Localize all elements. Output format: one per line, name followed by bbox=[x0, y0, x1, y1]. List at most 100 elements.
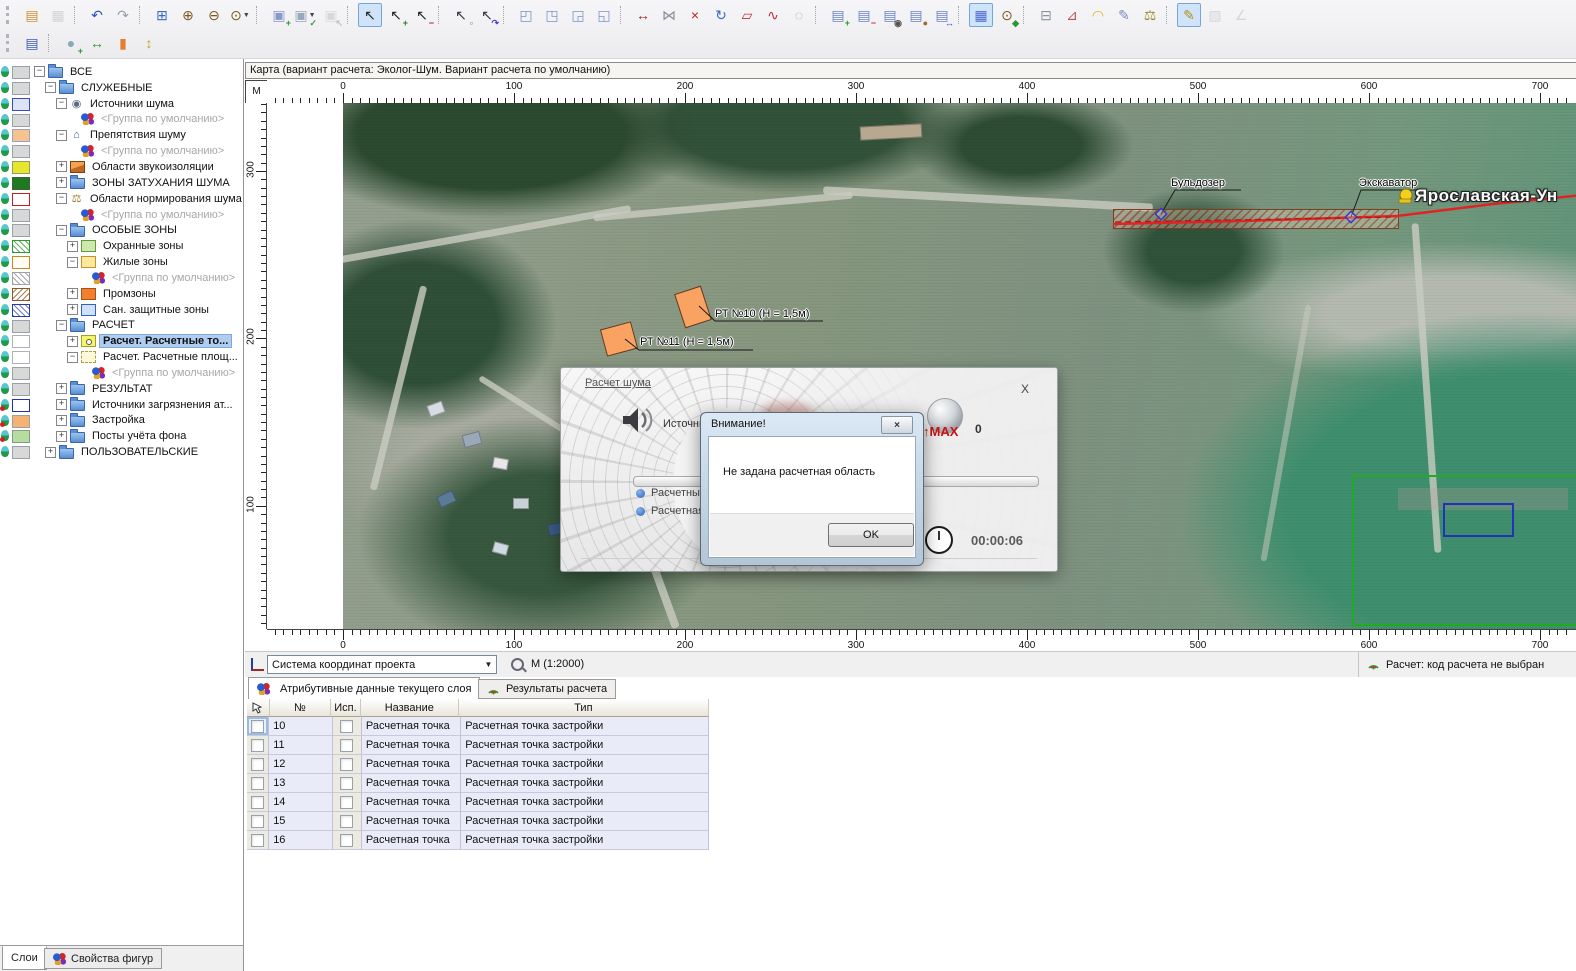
select-add-button[interactable]: ↖+ bbox=[384, 3, 408, 27]
row-select-cell[interactable] bbox=[247, 736, 269, 755]
tree-expander[interactable]: − bbox=[67, 257, 78, 268]
tree-expander[interactable]: + bbox=[56, 415, 67, 426]
layer-color-swatch[interactable] bbox=[12, 66, 30, 79]
draw-circle-button[interactable]: ◌ bbox=[787, 3, 811, 27]
layer-color-swatch[interactable] bbox=[12, 288, 30, 301]
layer-swatch-row[interactable] bbox=[0, 222, 30, 238]
zoom-out-button[interactable]: ⊖ bbox=[202, 3, 226, 27]
tree-item[interactable]: −Жилые зоны bbox=[30, 254, 242, 270]
row-select-cell[interactable] bbox=[247, 831, 269, 850]
tree-expander[interactable]: − bbox=[56, 130, 67, 141]
shapes-intersect-button[interactable]: ◱ bbox=[592, 3, 616, 27]
layer-swatch-row[interactable] bbox=[0, 127, 30, 143]
row-select-cell[interactable] bbox=[247, 793, 269, 812]
layer-color-swatch[interactable] bbox=[12, 98, 30, 111]
selected-object-rectangle[interactable] bbox=[1443, 503, 1514, 537]
move-tool-button[interactable]: ↔ bbox=[631, 3, 655, 27]
tree-item[interactable]: <Группа по умолчанию> bbox=[30, 270, 242, 286]
tree-expander[interactable]: − bbox=[56, 225, 67, 236]
cell-used[interactable] bbox=[333, 831, 362, 850]
column-header-used[interactable]: Исп. bbox=[331, 699, 361, 717]
row-checkbox[interactable] bbox=[251, 739, 264, 752]
ok-button[interactable]: OK bbox=[828, 523, 914, 547]
tree-expander[interactable]: + bbox=[56, 431, 67, 442]
tab-layers[interactable]: Слои bbox=[2, 946, 47, 970]
layer-visibility-icon[interactable] bbox=[1, 177, 9, 188]
open-project-button[interactable]: ▤ bbox=[20, 3, 44, 27]
layer-color-swatch[interactable] bbox=[12, 446, 30, 459]
select-remove-button[interactable]: ↖− bbox=[410, 3, 434, 27]
layer-visibility-icon[interactable] bbox=[1, 288, 9, 299]
layer-visibility-icon[interactable] bbox=[1, 367, 9, 378]
post-height-button[interactable]: ↕ bbox=[137, 31, 161, 55]
row-select-cell[interactable] bbox=[247, 755, 269, 774]
used-checkbox[interactable] bbox=[340, 815, 353, 828]
tree-item[interactable]: +Источники загрязнения ат... bbox=[30, 397, 242, 413]
tree-item[interactable]: −⌂Препятствия шуму bbox=[30, 127, 242, 143]
tree-item[interactable]: −◉Источники шума bbox=[30, 96, 242, 112]
layer-visibility-icon[interactable] bbox=[1, 320, 9, 331]
layer-color-swatch[interactable] bbox=[12, 82, 30, 95]
tree-item[interactable]: −Расчет. Расчетные площ... bbox=[30, 349, 242, 365]
layer-swatch-row[interactable] bbox=[0, 254, 30, 270]
layer-swatch-row[interactable] bbox=[0, 413, 30, 429]
layer-color-swatch[interactable] bbox=[12, 367, 30, 380]
layer-color-swatch[interactable] bbox=[12, 193, 30, 206]
tree-expander[interactable]: − bbox=[67, 352, 78, 363]
cell-used[interactable] bbox=[333, 774, 362, 793]
layer-visibility-icon[interactable] bbox=[1, 66, 9, 77]
layer-color-swatch[interactable] bbox=[12, 114, 30, 127]
layer-visibility-icon[interactable] bbox=[1, 98, 9, 109]
row-checkbox[interactable] bbox=[251, 815, 264, 828]
layer-color-swatch[interactable] bbox=[12, 304, 30, 317]
tree-item[interactable]: <Группа по умолчанию> bbox=[30, 112, 242, 128]
chevron-down-icon[interactable]: ▼ bbox=[243, 12, 250, 19]
row-select-cell[interactable] bbox=[247, 717, 269, 736]
layer-color-swatch[interactable] bbox=[12, 272, 30, 285]
used-checkbox[interactable] bbox=[340, 720, 353, 733]
tree-item[interactable]: +РЕЗУЛЬТАТ bbox=[30, 381, 242, 397]
layer-swatch-row[interactable] bbox=[0, 112, 30, 128]
layer-visibility-icon[interactable] bbox=[1, 240, 9, 251]
layer-swatch-row[interactable] bbox=[0, 381, 30, 397]
tree-item[interactable]: +Посты учёта фона bbox=[30, 428, 242, 444]
grid-scale-button[interactable]: ▦ bbox=[969, 3, 993, 27]
used-checkbox[interactable] bbox=[340, 777, 353, 790]
post-create-button[interactable]: ●+ bbox=[59, 31, 83, 55]
select-new-button[interactable]: ↖▫ bbox=[449, 3, 473, 27]
used-checkbox[interactable] bbox=[340, 834, 353, 847]
used-checkbox[interactable] bbox=[340, 739, 353, 752]
post-move-button[interactable]: ▤↔ bbox=[930, 3, 954, 27]
layer-color-swatch[interactable] bbox=[12, 256, 30, 269]
tree-item[interactable]: −ОСОБЫЕ ЗОНЫ bbox=[30, 222, 242, 238]
cell-used[interactable] bbox=[333, 736, 362, 755]
layer-swatch-row[interactable] bbox=[0, 302, 30, 318]
cell-used[interactable] bbox=[333, 812, 362, 831]
layer-visibility-icon[interactable] bbox=[1, 256, 9, 267]
undo-button[interactable]: ↶ bbox=[85, 3, 109, 27]
layer-swatch-row[interactable] bbox=[0, 349, 30, 365]
rotate-object-button[interactable]: ↻ bbox=[709, 3, 733, 27]
search-object-button[interactable]: ⊙◆ bbox=[995, 3, 1019, 27]
apply-object-button[interactable]: ▣✓▼ bbox=[293, 3, 317, 27]
draw-polygon-button[interactable]: ▱ bbox=[735, 3, 759, 27]
layer-swatch-row[interactable] bbox=[0, 397, 30, 413]
layer-swatch-row[interactable] bbox=[0, 80, 30, 96]
layer-color-swatch[interactable] bbox=[12, 335, 30, 348]
column-header-num[interactable]: № bbox=[270, 699, 331, 717]
measure-button[interactable]: ∠ bbox=[1229, 3, 1253, 27]
layer-color-swatch[interactable] bbox=[12, 145, 30, 158]
tree-item[interactable]: −ВСЕ bbox=[30, 64, 242, 80]
table-row[interactable]: 12Расчетная точкаРасчетная точка застрой… bbox=[247, 755, 709, 774]
column-header-name[interactable]: Название bbox=[361, 699, 459, 717]
tab-attribute-data[interactable]: Атрибутивные данные текущего слоя bbox=[248, 677, 480, 700]
layer-color-swatch[interactable] bbox=[12, 351, 30, 364]
shapes-subtract-button[interactable]: ◲ bbox=[566, 3, 590, 27]
coordinate-system-select[interactable]: Система координат проекта ▼ bbox=[267, 655, 497, 674]
layer-swatch-row[interactable] bbox=[0, 444, 30, 460]
draw-polyline-button[interactable]: ∿ bbox=[761, 3, 785, 27]
post-edit-button[interactable]: ▤● bbox=[904, 3, 928, 27]
tree-item[interactable]: +ПОЛЬЗОВАТЕЛЬСКИЕ bbox=[30, 444, 242, 460]
toolbar-grip[interactable] bbox=[6, 6, 14, 24]
layer-color-swatch[interactable] bbox=[12, 430, 30, 443]
